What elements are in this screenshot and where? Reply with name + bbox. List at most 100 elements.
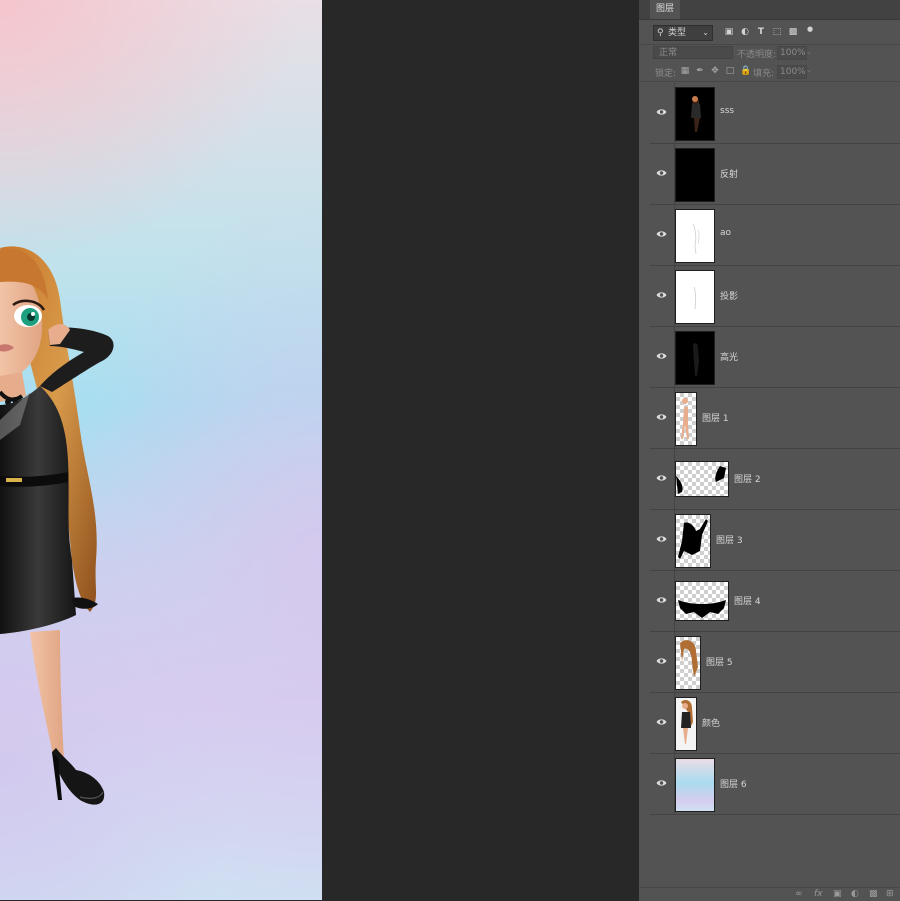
- visibility-toggle[interactable]: [650, 83, 675, 143]
- eye-icon: [656, 658, 667, 664]
- layer-row[interactable]: sss: [650, 83, 900, 144]
- visibility-toggle[interactable]: [650, 571, 675, 631]
- fill-field[interactable]: 100%: [777, 65, 807, 79]
- fill-label: 填充:: [753, 69, 775, 79]
- lock-move-icon[interactable]: ✥: [710, 66, 720, 76]
- layer-thumbnail: [675, 461, 729, 497]
- visibility-toggle[interactable]: [650, 632, 675, 692]
- new-group-icon[interactable]: ▩: [869, 889, 878, 900]
- layer-row[interactable]: 图层 1: [650, 388, 900, 449]
- layer-name: 图层 3: [716, 536, 743, 546]
- eye-icon: [656, 475, 667, 481]
- adjustment-filter-icon[interactable]: ◐: [740, 27, 750, 37]
- image-filter-icon[interactable]: ▣: [724, 27, 734, 37]
- visibility-toggle[interactable]: [650, 754, 675, 814]
- tab-layers[interactable]: 图层: [650, 0, 681, 19]
- lock-all-icon[interactable]: 🔒: [740, 66, 751, 76]
- layer-row[interactable]: 颜色: [650, 693, 900, 754]
- visibility-toggle[interactable]: [650, 266, 675, 326]
- visibility-toggle[interactable]: [650, 510, 675, 570]
- visibility-toggle[interactable]: [650, 327, 675, 387]
- layer-row[interactable]: ao: [650, 205, 900, 266]
- eye-icon: [656, 719, 667, 725]
- link-layers-icon[interactable]: ∞: [795, 889, 803, 900]
- fill-chevron-icon[interactable]: ⌄: [806, 64, 814, 76]
- visibility-toggle[interactable]: [650, 693, 675, 753]
- eye-icon: [656, 536, 667, 542]
- chevron-down-icon: ⌄: [702, 28, 709, 37]
- layer-name: 图层 1: [702, 414, 729, 424]
- workspace-background: [322, 0, 639, 900]
- layer-thumbnail: [675, 581, 729, 621]
- blend-row: 正常 不透明度: 100% ⌄: [639, 45, 900, 63]
- layer-thumbnail: [675, 514, 711, 568]
- layer-name: 图层 2: [734, 475, 761, 485]
- panel-tab-bar: 图层: [639, 0, 900, 20]
- eye-icon: [656, 780, 667, 786]
- lock-artboard-icon[interactable]: □: [725, 66, 735, 76]
- layer-name: 反射: [720, 170, 739, 180]
- adjustment-layer-icon[interactable]: ◐: [851, 889, 859, 900]
- layer-filter-row: ⚲ 类型 ⌄ ▣ ◐ T ⬚ ▩ ●: [639, 20, 900, 45]
- layer-thumbnail: [675, 636, 701, 690]
- layer-thumbnail: [675, 697, 697, 751]
- layer-row[interactable]: 反射: [650, 144, 900, 205]
- opacity-field[interactable]: 100%: [777, 46, 807, 60]
- panel-footer: ∞ fx ▣ ◐ ▩ ⊞: [639, 887, 900, 901]
- eye-icon: [656, 170, 667, 176]
- layer-name: 高光: [720, 353, 739, 363]
- opacity-chevron-icon[interactable]: ⌄: [806, 46, 814, 58]
- lock-label: 锁定:: [655, 69, 677, 79]
- layer-row[interactable]: 投影: [650, 266, 900, 327]
- lock-row: 锁定: ▦ ✒ ✥ □ 🔒 填充: 100% ⌄: [639, 63, 900, 82]
- type-filter-icon[interactable]: T: [756, 27, 766, 37]
- layer-thumbnail: [675, 331, 715, 385]
- visibility-toggle[interactable]: [650, 388, 675, 448]
- eye-icon: [656, 353, 667, 359]
- eye-icon: [656, 231, 667, 237]
- shape-filter-icon[interactable]: ⬚: [772, 27, 782, 37]
- eye-icon: [656, 414, 667, 420]
- new-layer-icon[interactable]: ⊞: [886, 889, 894, 900]
- layer-name: sss: [720, 106, 735, 116]
- lock-brush-icon[interactable]: ✒: [695, 66, 705, 76]
- layer-thumbnail: [675, 758, 715, 812]
- layer-row[interactable]: 图层 3: [650, 510, 900, 571]
- fx-icon[interactable]: fx: [814, 889, 823, 900]
- layer-thumbnail: [675, 392, 697, 446]
- layer-row[interactable]: 高光: [650, 327, 900, 388]
- layer-thumbnail: [675, 148, 715, 202]
- layer-name: 图层 4: [734, 597, 761, 607]
- layer-row[interactable]: 图层 2: [650, 449, 900, 510]
- filter-kind-select[interactable]: ⚲ 类型 ⌄: [653, 25, 713, 41]
- layer-name: 图层 5: [706, 658, 733, 668]
- layer-name: 颜色: [702, 719, 721, 729]
- eye-icon: [656, 109, 667, 115]
- visibility-toggle[interactable]: [650, 205, 675, 265]
- layer-row[interactable]: 图层 6: [650, 754, 900, 815]
- character-illustration: [0, 246, 114, 805]
- layer-name: 图层 6: [720, 780, 747, 790]
- lock-transparent-icon[interactable]: ▦: [680, 66, 690, 76]
- search-icon: ⚲: [657, 28, 664, 38]
- layer-list: sss 反射 ao 投影 高光 图层 1 图层 2 图层 3 图层 4 图层 5…: [650, 83, 900, 815]
- eye-icon: [656, 597, 667, 603]
- layer-row[interactable]: 图层 4: [650, 571, 900, 632]
- visibility-toggle[interactable]: [650, 449, 675, 509]
- filter-toggle-icon[interactable]: ●: [805, 24, 815, 34]
- filter-kind-label: 类型: [668, 28, 687, 38]
- smart-object-filter-icon[interactable]: ▩: [788, 27, 798, 37]
- layer-name: 投影: [720, 292, 739, 302]
- layers-panel: 图层 ⚲ 类型 ⌄ ▣ ◐ T ⬚ ▩ ● 正常 不透明度: 100% ⌄ 锁定…: [639, 0, 900, 901]
- layer-thumbnail: [675, 87, 715, 141]
- layer-thumbnail: [675, 209, 715, 263]
- layer-thumbnail: [675, 270, 715, 324]
- add-mask-icon[interactable]: ▣: [833, 889, 842, 900]
- opacity-label: 不透明度:: [737, 50, 777, 60]
- document-canvas[interactable]: [0, 0, 322, 900]
- layer-row[interactable]: 图层 5: [650, 632, 900, 693]
- eye-icon: [656, 292, 667, 298]
- blend-mode-select[interactable]: 正常: [653, 46, 733, 59]
- layer-name: ao: [720, 228, 732, 238]
- visibility-toggle[interactable]: [650, 144, 675, 204]
